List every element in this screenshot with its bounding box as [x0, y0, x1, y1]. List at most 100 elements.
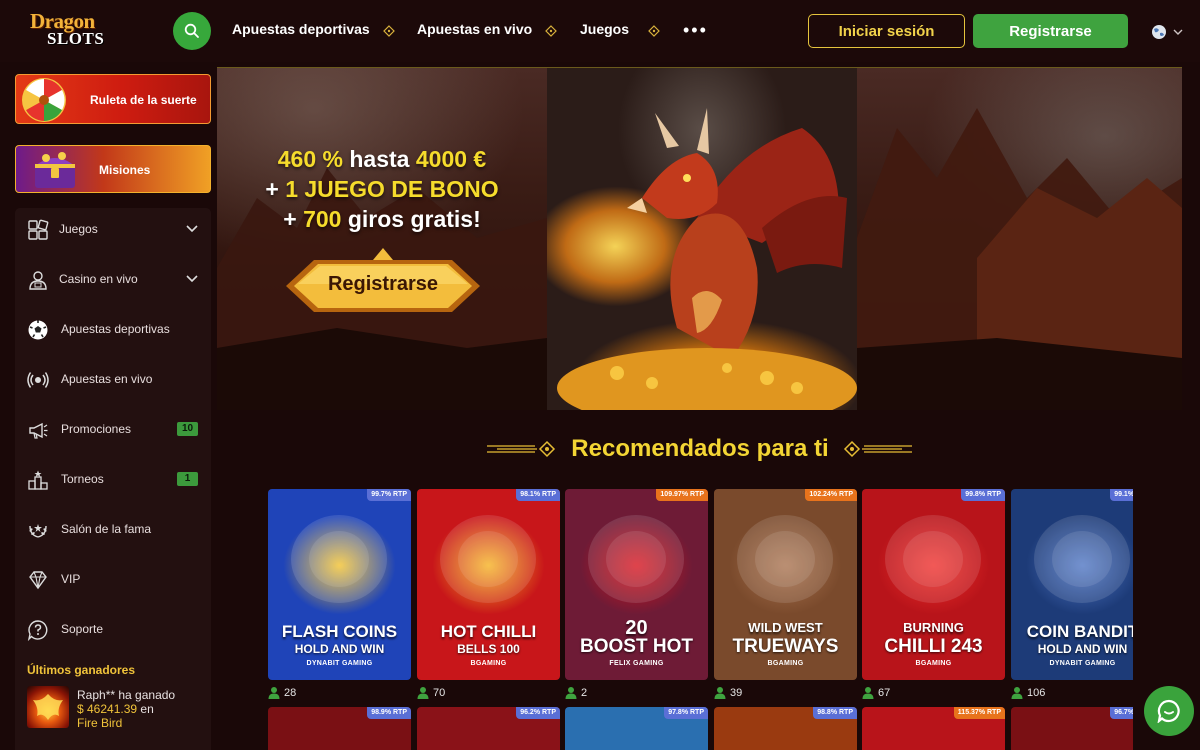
nav-live-betting[interactable]: Apuestas en vivo [417, 21, 532, 37]
winner-connector: en [140, 702, 154, 716]
players-count-value: 28 [284, 687, 297, 699]
sidebar-item-support[interactable]: Soporte [15, 611, 211, 647]
laurel-icon [29, 524, 47, 538]
games-icon [28, 219, 49, 240]
title-ornament-right-icon [843, 440, 912, 458]
game-card[interactable]: 115.37% RTP [862, 707, 1005, 750]
hero-banner[interactable]: 460 % hasta 4000 € + 1 JUEGO DE BONO + 7… [217, 67, 1182, 410]
rtp-badge: 99.8% RTP [961, 489, 1005, 501]
language-selector[interactable] [1151, 24, 1185, 40]
rtp-badge: 99.1% RTP [1110, 489, 1133, 501]
sidebar-item-label: VIP [61, 572, 81, 586]
chat-icon [1157, 699, 1180, 723]
game-card[interactable]: 98.8% RTP [714, 707, 857, 750]
more-menu-button[interactable]: ••• [683, 21, 708, 39]
sidebar-item-label: Soporte [61, 622, 104, 636]
game-provider: DYNABIT GAMING [306, 660, 373, 667]
support-chat-button[interactable] [1144, 686, 1194, 736]
game-card[interactable]: 96.2% RTP [417, 707, 560, 750]
game-artwork-image [440, 515, 536, 603]
promotions-count-badge: 10 [177, 422, 198, 436]
nav-games[interactable]: Juegos [580, 21, 629, 37]
rtp-badge: 96.7% RTP [1110, 707, 1133, 719]
user-icon [714, 687, 726, 699]
game-card[interactable]: 99.1% RTP COIN BANDITHOLD AND WIN DYNABIT … [1011, 489, 1133, 680]
game-title: COIN BANDIT [1026, 622, 1133, 641]
latest-winners-title: Últimos ganadores [27, 663, 136, 677]
nav-sports-betting[interactable]: Apuestas deportivas [232, 21, 370, 37]
game-card[interactable]: 98.9% RTP [268, 707, 411, 750]
game-subtitle: BOOST HOT [580, 636, 693, 657]
globe-icon [1152, 25, 1166, 39]
chevron-down-icon [186, 225, 198, 233]
game-title: WILD WEST [748, 620, 823, 635]
game-subtitle: HOLD AND WIN [294, 642, 385, 656]
diamond-separator-icon [648, 25, 660, 37]
chevron-down-icon [1173, 29, 1183, 35]
game-card[interactable]: 99.7% RTP FLASH COINS HOLD AND WIN DYNABIT … [268, 489, 411, 680]
sidebar-item-sports-betting[interactable]: Apuestas deportivas [15, 311, 211, 347]
sidebar-item-promotions[interactable]: Promociones 10 [15, 411, 211, 447]
user-icon [268, 687, 280, 699]
sidebar-item-live-betting[interactable]: Apuestas en vivo [15, 361, 211, 397]
game-title: FLASH COINS [281, 622, 398, 641]
rtp-badge: 115.37% RTP [953, 707, 1005, 719]
hero-offer-line-1: 460 % hasta 4000 € [217, 146, 547, 173]
hero-offer-line-2: + 1 JUEGO DE BONO [217, 176, 547, 203]
help-icon [27, 620, 48, 641]
rtp-badge: 99.7% RTP [367, 489, 411, 501]
players-count-value: 39 [730, 687, 743, 699]
sidebar-item-live-casino[interactable]: Casino en vivo [15, 261, 211, 297]
missions-label: Misiones [99, 163, 151, 177]
hero-bonus-amount: 4000 € [415, 146, 487, 172]
sidebar-item-label: Promociones [61, 422, 132, 436]
wheel-icon [22, 78, 66, 122]
dealer-icon [29, 271, 47, 290]
game-subtitle: CHILLI 243 [884, 636, 983, 657]
game-card[interactable]: 97.8% RTP [565, 707, 708, 750]
lucky-wheel-card[interactable]: Ruleta de la suerte [15, 74, 211, 124]
hero-register-button[interactable]: Registrarse [284, 248, 482, 320]
game-artwork-image [588, 515, 684, 603]
winner-game-thumbnail[interactable] [27, 686, 69, 728]
register-button[interactable]: Registrarse [973, 14, 1128, 48]
game-provider: BGAMING [915, 660, 952, 667]
missions-card[interactable]: Misiones [15, 145, 211, 193]
game-card[interactable]: 98.1% RTP HOT CHILLI BELLS 100 BGAMING [417, 489, 560, 680]
recommended-games-carousel: 99.7% RTP FLASH COINS HOLD AND WIN DYNABIT … [268, 489, 1133, 750]
sidebar-item-tournaments[interactable]: Torneos 1 [15, 461, 211, 497]
game-provider: FELIX GAMING [609, 660, 664, 667]
rtp-badge: 102.24% RTP [805, 489, 857, 501]
game-title: BURNING [903, 620, 964, 635]
hero-bonus-game: 1 JUEGO DE BONO [285, 176, 499, 202]
players-count-value: 70 [433, 687, 446, 699]
rtp-badge: 98.8% RTP [813, 707, 857, 719]
game-subtitle: HOLD AND WIN [1037, 642, 1128, 656]
game-card[interactable]: 96.7% RTP [1011, 707, 1133, 750]
hero-bonus-percent: 460 % [277, 146, 343, 172]
sidebar-item-hall-of-fame[interactable]: Salón de la fama [15, 511, 211, 547]
sidebar-item-label: Salón de la fama [61, 522, 152, 536]
sidebar-item-vip[interactable]: VIP [15, 561, 211, 597]
sidebar-item-label: Apuestas deportivas [61, 322, 170, 336]
hero-text: + [283, 206, 304, 232]
login-button[interactable]: Iniciar sesión [808, 14, 965, 48]
game-artwork-image [291, 515, 387, 603]
sidebar-item-games[interactable]: Juegos [15, 211, 211, 247]
diamond-separator-icon [383, 25, 395, 37]
diamond-separator-icon [545, 25, 557, 37]
soccer-ball-icon [28, 320, 48, 340]
search-button[interactable] [173, 12, 211, 50]
game-artwork-image [885, 515, 981, 603]
winner-game-link[interactable]: Fire Bird [77, 716, 122, 730]
game-artwork-image [1034, 515, 1130, 603]
dragon-slots-logo[interactable]: Dragon SLOTS [30, 9, 122, 48]
game-card[interactable]: 102.24% RTP WILD WEST TRUEWAYS BGAMING [714, 489, 857, 680]
winner-user-text: Raph** ha ganado [77, 688, 176, 702]
firebird-icon [33, 694, 63, 720]
game-card[interactable]: 99.8% RTP BURNING CHILLI 243 BGAMING [862, 489, 1005, 680]
game-card[interactable]: 109.97% RTP 20 BOOST HOT FELIX GAMING [565, 489, 708, 680]
chest-icon [35, 152, 75, 188]
hero-free-spins-count: 700 [303, 206, 342, 232]
hero-text: giros gratis! [341, 206, 481, 232]
